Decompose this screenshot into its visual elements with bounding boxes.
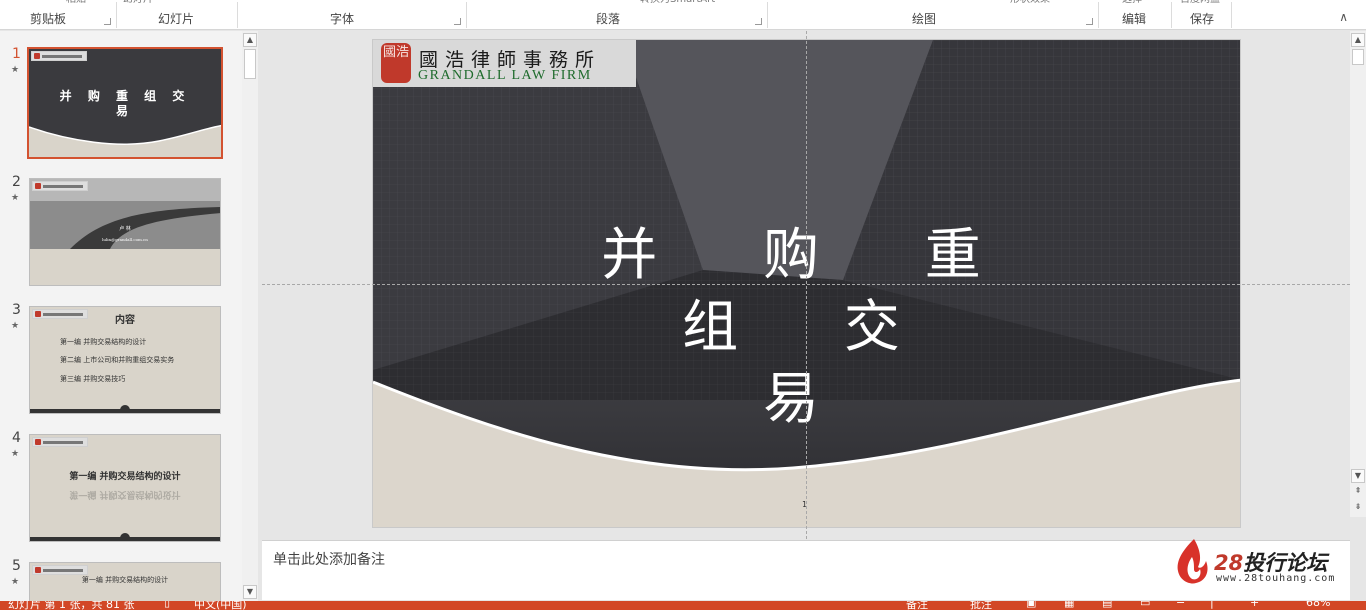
scroll-up-icon[interactable]: ▲ — [243, 33, 257, 47]
thumbnail-number: 1 — [12, 46, 21, 62]
slide-thumbnail-4[interactable]: 第一编 并购交易结构的设计 第一编 并购交易结构的设计 — [29, 434, 221, 542]
vertical-guide[interactable] — [806, 31, 807, 539]
slide-thumbnail-3[interactable]: 内容 第一编 并购交易结构的设计 第二编 上市公司和并购重组交易实务 第三编 并… — [29, 306, 221, 414]
group-separator — [1231, 2, 1232, 28]
mini-logo — [32, 565, 88, 575]
normal-view-icon[interactable]: ▣ — [1026, 601, 1036, 609]
ribbon: 粘贴 幻灯片 转换为SmartArt 形状效果 选择 百度网盘 剪贴板 幻灯片 … — [0, 0, 1366, 30]
group-separator — [237, 2, 238, 28]
language-indicator[interactable]: 中文(中国) — [194, 601, 247, 610]
slide-editor: 國浩 國浩律師事務所 GRANDALL LAW FIRM 并 购 重 组 交 易… — [262, 31, 1350, 539]
watermark-brand-text: 投行论坛 — [1243, 551, 1328, 575]
group-separator — [1098, 2, 1099, 28]
slide-title-textbox[interactable]: 并 购 重 组 交 易 — [543, 220, 1083, 436]
group-editing-label: 编辑 — [1122, 12, 1147, 26]
collapse-ribbon-icon[interactable]: ∧ — [1339, 10, 1348, 24]
convert-smartart-button[interactable]: 转换为SmartArt — [640, 0, 715, 7]
animation-star-icon: ★ — [11, 577, 20, 587]
thumbnail-number: 3 — [12, 302, 21, 318]
zoom-slider[interactable]: | — [1210, 601, 1214, 609]
slide-title-line: 易 — [763, 367, 863, 432]
mini-logo — [32, 181, 88, 191]
slide-counter: 幻灯片 第 1 张，共 81 张 — [8, 601, 135, 610]
thumbnail-list-item: 第一编 并购交易结构的设计 — [60, 338, 147, 346]
firm-logo[interactable]: 國浩 國浩律師事務所 GRANDALL LAW FIRM — [373, 40, 636, 87]
thumbnail-heading-reflection: 第一编 并购交易结构的设计 — [69, 489, 181, 499]
mini-logo — [32, 437, 88, 447]
zoom-level[interactable]: 68% — [1306, 601, 1330, 609]
slide-thumbnail-1[interactable]: 并 购 重 组 交 易 — [27, 47, 223, 159]
group-font-label: 字体 — [330, 12, 355, 26]
animation-star-icon: ★ — [11, 449, 20, 459]
group-save-label: 保存 — [1190, 12, 1215, 26]
baidu-pan-button[interactable]: 百度网盘 — [1180, 0, 1220, 7]
clipboard-launcher-icon[interactable] — [104, 18, 111, 25]
firm-name-english: GRANDALL LAW FIRM — [418, 68, 592, 83]
font-launcher-icon[interactable] — [454, 18, 461, 25]
scrollbar-thumb[interactable] — [1352, 49, 1364, 65]
zoom-out-icon[interactable]: − — [1176, 601, 1185, 609]
status-bar: 幻灯片 第 1 张，共 81 张 ▯ 中文(中国) 备注 批注 ▣ ▦ ▤ ▭ … — [0, 601, 1366, 610]
thumbnail-list-item: 第三编 并购交易技巧 — [60, 375, 126, 383]
thumbnail-scrollbar[interactable]: ▲ ▼ — [242, 31, 258, 601]
slide-thumbnail-5[interactable]: 第一编 并购交易结构的设计 — [29, 562, 221, 602]
select-button[interactable]: 选择 — [1122, 0, 1142, 7]
scroll-down-icon[interactable]: ▼ — [1351, 469, 1365, 483]
thumbnail-number: 2 — [12, 174, 21, 190]
slide-thumbnail-2[interactable]: 卢 林 lulin@grandall.com.cn — [29, 178, 221, 286]
scroll-up-icon[interactable]: ▲ — [1351, 33, 1365, 47]
shape-effects-button[interactable]: 形状效果 — [1010, 0, 1050, 7]
drawing-launcher-icon[interactable] — [1086, 18, 1093, 25]
animation-star-icon: ★ — [11, 193, 20, 203]
watermark-url: www.28touhang.com — [1216, 573, 1336, 584]
thumbnail-title: 并 购 重 组 交 易 — [59, 89, 191, 118]
group-slides-label: 幻灯片 — [158, 12, 195, 26]
notes-pane[interactable]: 单击此处添加备注 28投行论坛 www.28touhang.com — [262, 539, 1352, 600]
group-drawing-label: 绘图 — [912, 12, 937, 26]
watermark-brand-number: 28 — [1214, 551, 1244, 575]
previous-slide-icon[interactable]: ⇞ — [1351, 485, 1365, 499]
zoom-in-icon[interactable]: + — [1250, 601, 1259, 609]
slide-sorter-icon[interactable]: ▦ — [1064, 601, 1074, 609]
thumbnail-heading: 第一编 并购交易结构的设计 — [81, 576, 169, 584]
group-separator — [466, 2, 467, 28]
thumbnail-email: lulin@grandall.com.cn — [102, 237, 148, 242]
slideshow-icon[interactable]: ▭ — [1140, 601, 1150, 609]
mini-logo — [31, 51, 87, 61]
scrollbar-thumb[interactable] — [244, 49, 256, 79]
next-slide-icon[interactable]: ⇟ — [1351, 501, 1365, 515]
notes-toggle-button[interactable]: 备注 — [906, 601, 928, 610]
spellcheck-icon[interactable]: ▯ — [164, 601, 170, 609]
group-separator — [1171, 2, 1172, 28]
thumbnail-heading: 内容 — [115, 315, 135, 326]
editor-scrollbar[interactable]: ▲ ▼ ⇞ ⇟ — [1350, 31, 1366, 517]
group-separator — [116, 2, 117, 28]
scroll-down-icon[interactable]: ▼ — [243, 585, 257, 599]
comments-toggle-button[interactable]: 批注 — [970, 601, 992, 610]
flame-logo-icon — [1177, 539, 1208, 584]
new-slide-button[interactable]: 幻灯片 — [123, 0, 153, 7]
paragraph-launcher-icon[interactable] — [755, 18, 762, 25]
thumbnail-number: 4 — [12, 430, 21, 446]
thumbnail-tab-marker — [120, 405, 130, 411]
group-paragraph-label: 段落 — [596, 12, 621, 26]
notes-placeholder[interactable]: 单击此处添加备注 — [273, 549, 385, 569]
thumbnail-road-image — [30, 179, 220, 285]
thumbnail-tab-marker — [120, 533, 130, 539]
watermark: 28投行论坛 www.28touhang.com — [1172, 539, 1352, 593]
slide-thumbnail-pane: 1 ★ 并 购 重 组 交 易 2 ★ 卢 林 lulin@grandall.c — [0, 31, 258, 602]
animation-star-icon: ★ — [11, 65, 20, 75]
reading-view-icon[interactable]: ▤ — [1102, 601, 1112, 609]
animation-star-icon: ★ — [11, 321, 20, 331]
thumbnail-list-item: 第二编 上市公司和并购重组交易实务 — [60, 356, 175, 364]
firm-seal-icon: 國浩 — [381, 43, 411, 83]
group-separator — [767, 2, 768, 28]
thumbnail-heading: 第一编 并购交易结构的设计 — [69, 472, 181, 482]
thumbnail-number: 5 — [12, 558, 21, 574]
group-clipboard-label: 剪贴板 — [30, 12, 67, 26]
paste-button[interactable]: 粘贴 — [66, 0, 86, 7]
slide-title-line: 并 购 重 组 交 — [601, 223, 1025, 360]
thumbnail-presenter-name: 卢 林 — [119, 226, 131, 232]
